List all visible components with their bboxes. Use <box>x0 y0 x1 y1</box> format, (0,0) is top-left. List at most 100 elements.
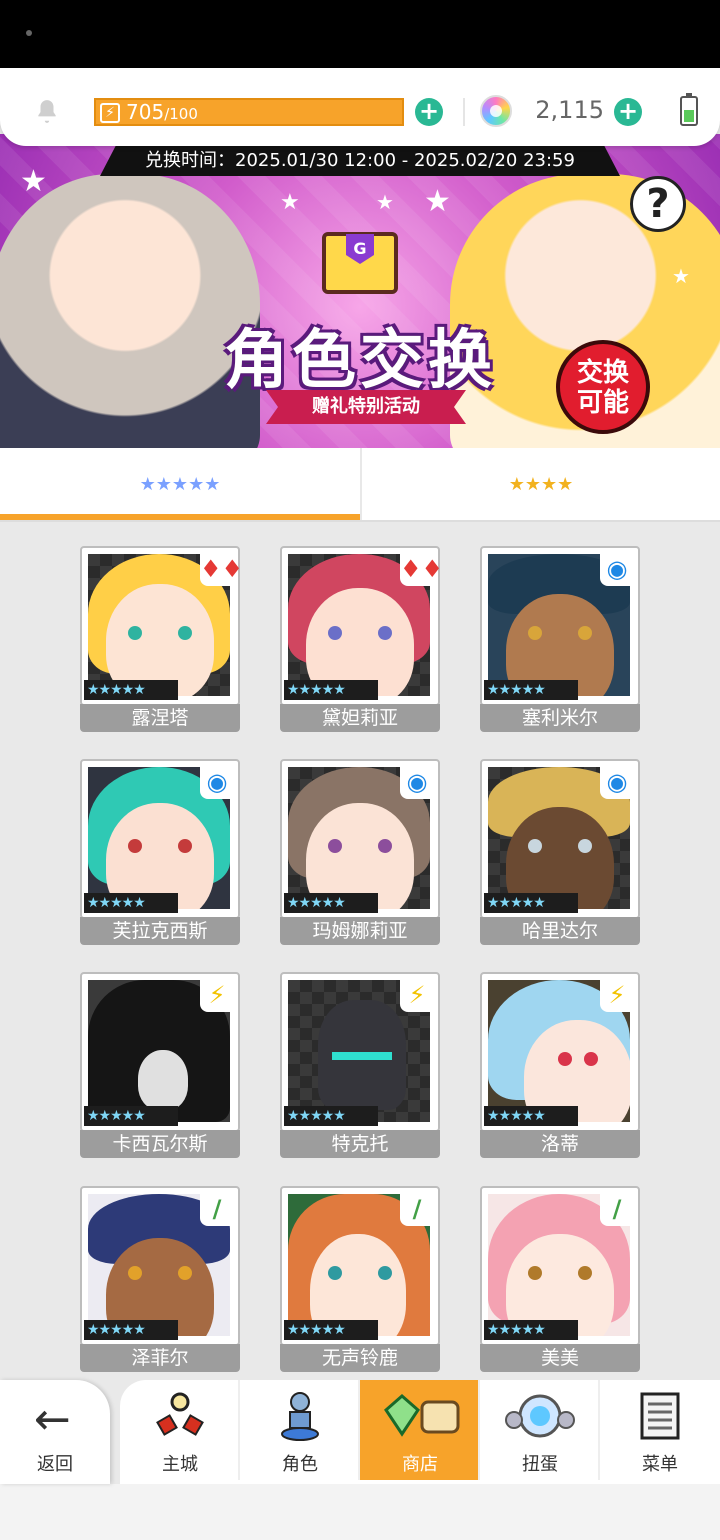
character-card[interactable]: ⚡ ★★★★★ 卡西瓦尔斯 <box>80 972 240 1158</box>
help-button[interactable]: ? <box>630 176 686 232</box>
nav-item-shop[interactable]: 商店 <box>360 1380 480 1480</box>
nav-item-castle[interactable]: 主城 <box>120 1380 240 1480</box>
rarity-stars: ★★★★★ <box>84 680 178 700</box>
add-stamina-button[interactable]: + <box>415 98 443 126</box>
rarity-stars: ★★★★★ <box>284 680 378 700</box>
portrait-eyes <box>328 626 392 640</box>
character-card[interactable]: ◉ ★★★★★ 芙拉克西斯 <box>80 759 240 945</box>
stamina-max: /100 <box>164 105 198 123</box>
tab-5-star[interactable]: ★★★★★ <box>0 448 360 522</box>
rarity-stars: ★★★★★ <box>484 893 578 913</box>
character-icon <box>281 1392 319 1441</box>
portrait-eyes <box>128 1266 192 1280</box>
stamina-current: 705 <box>126 100 165 124</box>
event-banner: ★ ★ ★ ★ ★ 兑换时间：2025.01/30 12:00 - 2025.0… <box>0 134 720 448</box>
character-card[interactable]: ◉ ★★★★★ 哈里达尔 <box>480 759 640 945</box>
stamina-value: 705/100 <box>126 100 198 124</box>
portrait-eyes <box>528 1266 592 1280</box>
portrait-eyes <box>558 1052 598 1066</box>
nav-label: 扭蛋 <box>522 1454 558 1475</box>
character-name: 泽菲尔 <box>80 1344 240 1372</box>
lightning-element-icon: ⚡ <box>200 978 234 1012</box>
character-card[interactable]: ♦♦ ★★★★★ 黛妲莉亚 <box>280 546 443 732</box>
character-name: 黛妲莉亚 <box>280 704 440 732</box>
star-decoration-icon: ★ <box>376 190 394 214</box>
rarity-stars: ★★★★★ <box>484 680 578 700</box>
water-element-icon: ◉ <box>600 552 634 586</box>
nav-item-gacha[interactable]: 扭蛋 <box>480 1380 600 1480</box>
rarity-stars: ★★★★★ <box>284 893 378 913</box>
water-element-icon: ◉ <box>600 765 634 799</box>
rarity-stars: ★★★★★ <box>84 1320 178 1340</box>
character-card[interactable]: ♦♦ ★★★★★ 露涅塔 <box>80 546 243 732</box>
portrait-face <box>138 1050 188 1110</box>
portrait-eyes <box>128 839 192 853</box>
banner-title: 角色交换 <box>224 324 496 398</box>
character-card[interactable]: / ★★★★★ 美美 <box>480 1186 640 1372</box>
back-button[interactable]: ← 返回 <box>0 1380 110 1484</box>
character-name: 美美 <box>480 1344 640 1372</box>
shop-icon <box>384 1394 460 1437</box>
star-decoration-icon: ★ <box>20 164 47 199</box>
character-card[interactable]: ◉ ★★★★★ 塞利米尔 <box>480 546 640 732</box>
banner-subtitle: 赠礼特别活动 <box>266 390 466 424</box>
gem-icon <box>480 95 512 127</box>
nav-bar: 主城 角色 商店 扭蛋 菜单 <box>120 1380 720 1484</box>
add-gems-button[interactable]: + <box>614 98 642 126</box>
gacha-icon <box>505 1394 575 1438</box>
character-name: 塞利米尔 <box>480 704 640 732</box>
tab-label: ★★★★ <box>508 474 574 495</box>
divider <box>463 98 465 126</box>
back-label: 返回 <box>37 1454 73 1475</box>
tab-label: ★★★★★ <box>139 474 221 495</box>
fire-element-icon: ♦♦ <box>400 552 443 586</box>
character-card[interactable]: ◉ ★★★★★ 玛姆娜莉亚 <box>280 759 440 945</box>
character-name: 玛姆娜莉亚 <box>280 917 440 945</box>
exchange-available-badge: 交换 可能 <box>556 340 650 434</box>
resource-bar: ⚡ 705/100 + 2,115 + <box>0 68 720 146</box>
stamina-bar: ⚡ 705/100 <box>94 98 404 126</box>
back-arrow-icon: ← <box>34 1394 71 1445</box>
rarity-stars: ★★★★★ <box>84 893 178 913</box>
bottom-navigation: ← 返回 主城 角色 商店 扭蛋 菜单 <box>0 1380 720 1484</box>
bell-icon[interactable] <box>34 98 60 124</box>
menu-icon <box>640 1392 680 1440</box>
tab-4-star[interactable]: ★★★★ <box>360 448 720 522</box>
star-decoration-icon: ★ <box>672 264 690 288</box>
lightning-element-icon: ⚡ <box>600 978 634 1012</box>
exchange-time: 兑换时间：2025.01/30 12:00 - 2025.02/20 23:59 <box>100 146 620 176</box>
lightning-element-icon: ⚡ <box>400 978 434 1012</box>
wind-element-icon: / <box>600 1192 634 1226</box>
nav-label: 菜单 <box>642 1454 678 1475</box>
character-card[interactable]: / ★★★★★ 泽菲尔 <box>80 1186 240 1372</box>
star-decoration-icon: ★ <box>424 184 451 219</box>
nav-label: 商店 <box>402 1454 438 1475</box>
badge-line-2: 可能 <box>576 388 629 418</box>
wind-element-icon: / <box>200 1192 234 1226</box>
character-grid: ♦♦ ★★★★★ 露涅塔 ♦♦ ★★★★★ 黛妲莉亚 ◉ ★★★★★ 塞利米尔 … <box>0 522 720 1382</box>
nav-item-character[interactable]: 角色 <box>240 1380 360 1480</box>
nav-item-menu[interactable]: 菜单 <box>600 1380 720 1480</box>
character-card[interactable]: ⚡ ★★★★★ 洛蒂 <box>480 972 640 1158</box>
status-bar <box>0 0 720 68</box>
character-name: 哈里达尔 <box>480 917 640 945</box>
rarity-stars: ★★★★★ <box>284 1320 378 1340</box>
rarity-stars: ★★★★★ <box>284 1106 378 1126</box>
wind-element-icon: / <box>400 1192 434 1226</box>
plus-icon: + <box>617 97 639 125</box>
badge-line-1: 交换 <box>576 358 629 388</box>
lightning-icon: ⚡ <box>100 103 120 123</box>
rarity-stars: ★★★★★ <box>84 1106 178 1126</box>
character-card[interactable]: ⚡ ★★★★★ 特克托 <box>280 972 440 1158</box>
portrait-visor <box>332 1052 392 1060</box>
portrait-eyes <box>528 626 592 640</box>
gem-count: 2,115 <box>535 96 604 124</box>
portrait-eyes <box>328 839 392 853</box>
portrait-eyes <box>528 839 592 853</box>
battery-icon <box>680 93 698 126</box>
character-card[interactable]: / ★★★★★ 无声铃鹿 <box>280 1186 440 1372</box>
nav-label: 主城 <box>162 1454 198 1475</box>
status-dot <box>26 30 32 36</box>
star-decoration-icon: ★ <box>280 190 300 215</box>
character-name: 特克托 <box>280 1130 440 1158</box>
